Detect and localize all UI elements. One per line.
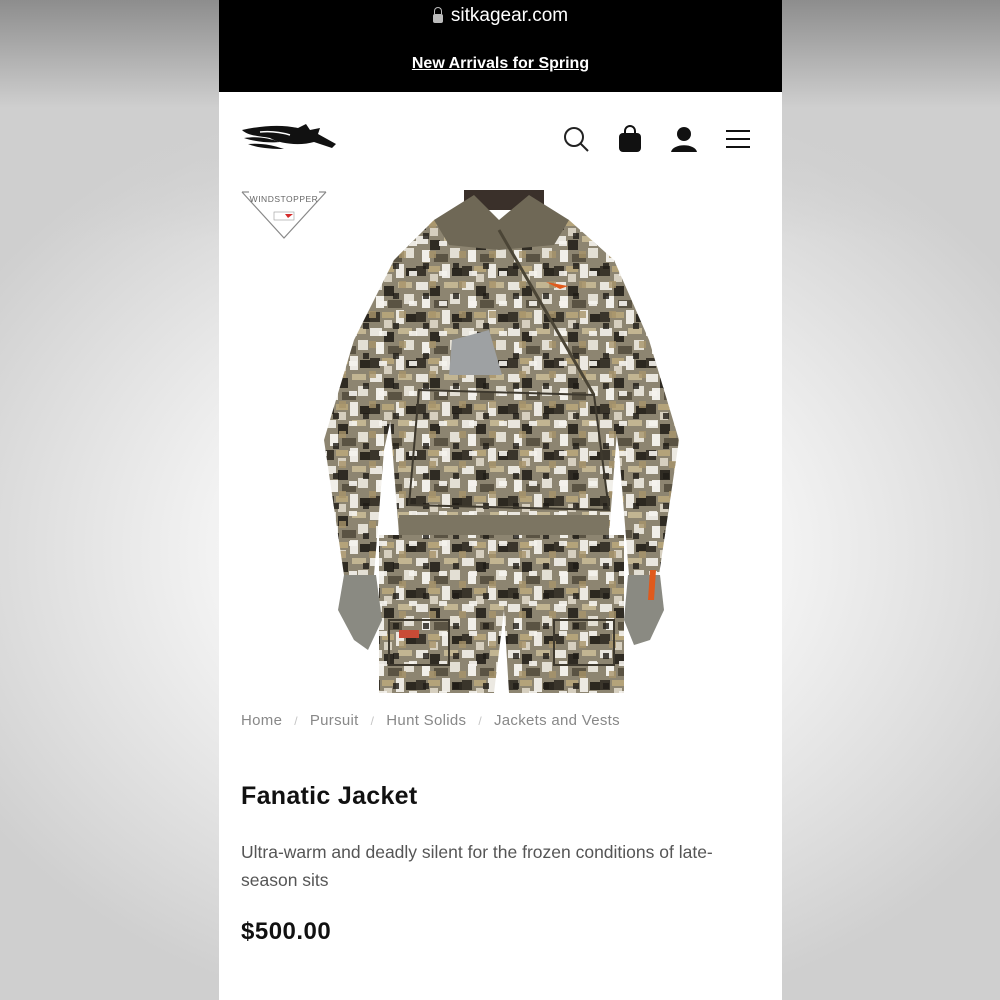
breadcrumb-separator: / bbox=[294, 713, 298, 728]
product-hero: WINDSTOPPER bbox=[219, 190, 782, 693]
lock-icon bbox=[432, 6, 443, 23]
sitka-logo[interactable] bbox=[240, 122, 338, 159]
breadcrumb-separator: / bbox=[478, 713, 482, 728]
site-header bbox=[219, 92, 782, 190]
breadcrumb-jackets-and-vests[interactable]: Jackets and Vests bbox=[494, 712, 620, 729]
product-title: Fanatic Jacket bbox=[241, 782, 418, 810]
windstopper-badge: WINDSTOPPER bbox=[241, 190, 327, 245]
breadcrumb-separator: / bbox=[370, 713, 375, 728]
browser-top-bar: sitkagear.com New Arrivals for Spring bbox=[219, 0, 782, 92]
promo-banner-link[interactable]: New Arrivals for Spring bbox=[219, 55, 782, 73]
breadcrumb: Home / Pursuit / Hunt Solids / Jackets a… bbox=[241, 712, 620, 729]
badge-label: WINDSTOPPER bbox=[249, 194, 319, 204]
breadcrumb-home[interactable]: Home bbox=[241, 712, 282, 729]
product-description: Ultra-warm and deadly silent for the fro… bbox=[241, 842, 713, 890]
product-image[interactable] bbox=[324, 190, 679, 693]
search-icon[interactable] bbox=[562, 125, 590, 153]
product-price: $500.00 bbox=[241, 918, 332, 945]
phone-screen: sitkagear.com New Arrivals for Spring WI… bbox=[219, 0, 782, 1000]
breadcrumb-pursuit[interactable]: Pursuit bbox=[310, 712, 359, 729]
url-text: sitkagear.com bbox=[450, 5, 569, 26]
address-bar[interactable]: sitkagear.com bbox=[219, 5, 782, 27]
account-icon[interactable] bbox=[670, 125, 698, 153]
breadcrumb-hunt-solids[interactable]: Hunt Solids bbox=[386, 712, 466, 729]
menu-icon[interactable] bbox=[724, 125, 752, 153]
bag-icon[interactable] bbox=[616, 125, 644, 153]
header-icons bbox=[562, 125, 752, 153]
